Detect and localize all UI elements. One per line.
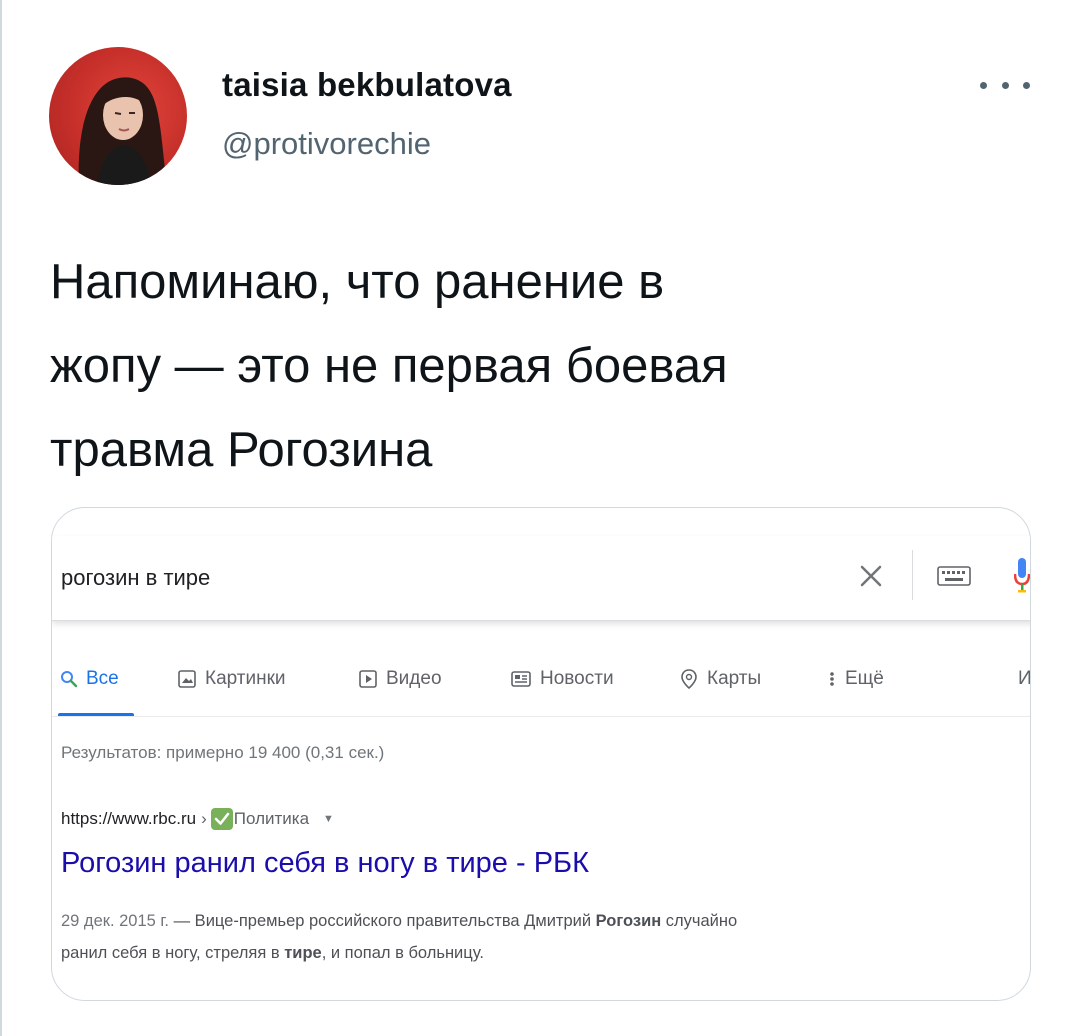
timeline-border <box>0 0 2 1036</box>
snippet-line: ранил себя в ногу, стреляя в тире, и поп… <box>61 937 1030 969</box>
tab-label: Ещё <box>845 668 884 689</box>
tab-news[interactable]: Новости <box>510 668 614 690</box>
tab-label: И <box>1018 668 1031 689</box>
tab-maps[interactable]: Карты <box>679 668 761 690</box>
search-tabs: Все Картинки Видео Новости Карты Ещё И <box>52 658 1031 718</box>
tweet-text: Напоминаю, что ранение в жопу — это не п… <box>50 240 1030 492</box>
attached-image[interactable]: рогозин в тире Все Картинки Видео Новост… <box>51 507 1031 1001</box>
map-pin-icon <box>681 669 697 690</box>
keyboard-icon <box>937 566 971 586</box>
snippet-line: 29 дек. 2015 г. — Вице-премьер российско… <box>61 905 1030 937</box>
tab-video[interactable]: Видео <box>358 668 442 690</box>
search-bar: рогозин в тире <box>52 536 1030 621</box>
result-breadcrumb: Политика <box>233 809 310 828</box>
divider <box>912 550 913 600</box>
user-avatar[interactable] <box>49 47 187 185</box>
result-url-text: https://www.rbc.ru <box>61 809 197 828</box>
check-mark-icon <box>210 808 233 830</box>
close-icon <box>860 565 882 587</box>
image-icon <box>178 670 196 688</box>
breadcrumb-separator: › <box>201 809 207 828</box>
snippet-date: 29 дек. 2015 г. <box>61 912 170 930</box>
snippet-highlight: Рогозин <box>595 912 662 930</box>
vertical-dots-icon <box>830 672 834 686</box>
snippet-text: случайно <box>661 912 738 930</box>
search-icon <box>61 671 78 688</box>
news-icon <box>511 671 531 687</box>
tweet-text-line: Напоминаю, что ранение в <box>50 255 665 309</box>
more-dot-icon <box>980 81 987 89</box>
tab-all[interactable]: Все <box>60 668 119 690</box>
tab-label: Карты <box>707 668 762 689</box>
play-icon <box>359 670 377 688</box>
avatar-portrait <box>78 77 167 185</box>
tab-label: Новости <box>540 668 614 689</box>
tab-label: Все <box>86 668 119 689</box>
snippet-text: , и попал в больницу. <box>321 944 484 962</box>
tweet-text-line: жопу — это не первая боевая <box>50 339 728 393</box>
user-handle[interactable]: @protivorechie <box>222 126 431 162</box>
search-query-text: рогозин в тире <box>61 565 211 590</box>
more-dot-icon <box>1001 81 1009 89</box>
tweet-text-line: травма Рогозина <box>50 423 433 477</box>
display-name[interactable]: taisia bekbulatova <box>222 66 512 104</box>
snippet-text: — Вице-премьер российского правительства… <box>169 912 596 930</box>
result-url[interactable]: https://www.rbc.ru › Политика ▼ <box>61 808 334 830</box>
divider <box>52 716 1030 717</box>
tab-images[interactable]: Картинки <box>177 668 286 690</box>
tab-more[interactable]: Ещё <box>827 668 884 690</box>
more-options-button[interactable] <box>980 70 1030 100</box>
results-count: Результатов: примерно 19 400 (0,31 сек.) <box>61 743 385 762</box>
snippet-highlight: тире <box>284 944 322 962</box>
snippet-text: ранил себя в ногу, стреляя в <box>61 944 285 962</box>
chevron-down-icon[interactable]: ▼ <box>323 813 334 825</box>
result-title-link[interactable]: Рогозин ранил себя в ногу в тире - РБК <box>61 847 589 880</box>
result-snippet: 29 дек. 2015 г. — Вице-премьер российско… <box>61 905 1030 969</box>
tab-label: Картинки <box>205 668 286 689</box>
tab-tools[interactable]: И <box>1018 668 1031 690</box>
microphone-icon <box>1014 558 1030 593</box>
tab-label: Видео <box>386 668 442 689</box>
more-dot-icon <box>1023 81 1030 89</box>
